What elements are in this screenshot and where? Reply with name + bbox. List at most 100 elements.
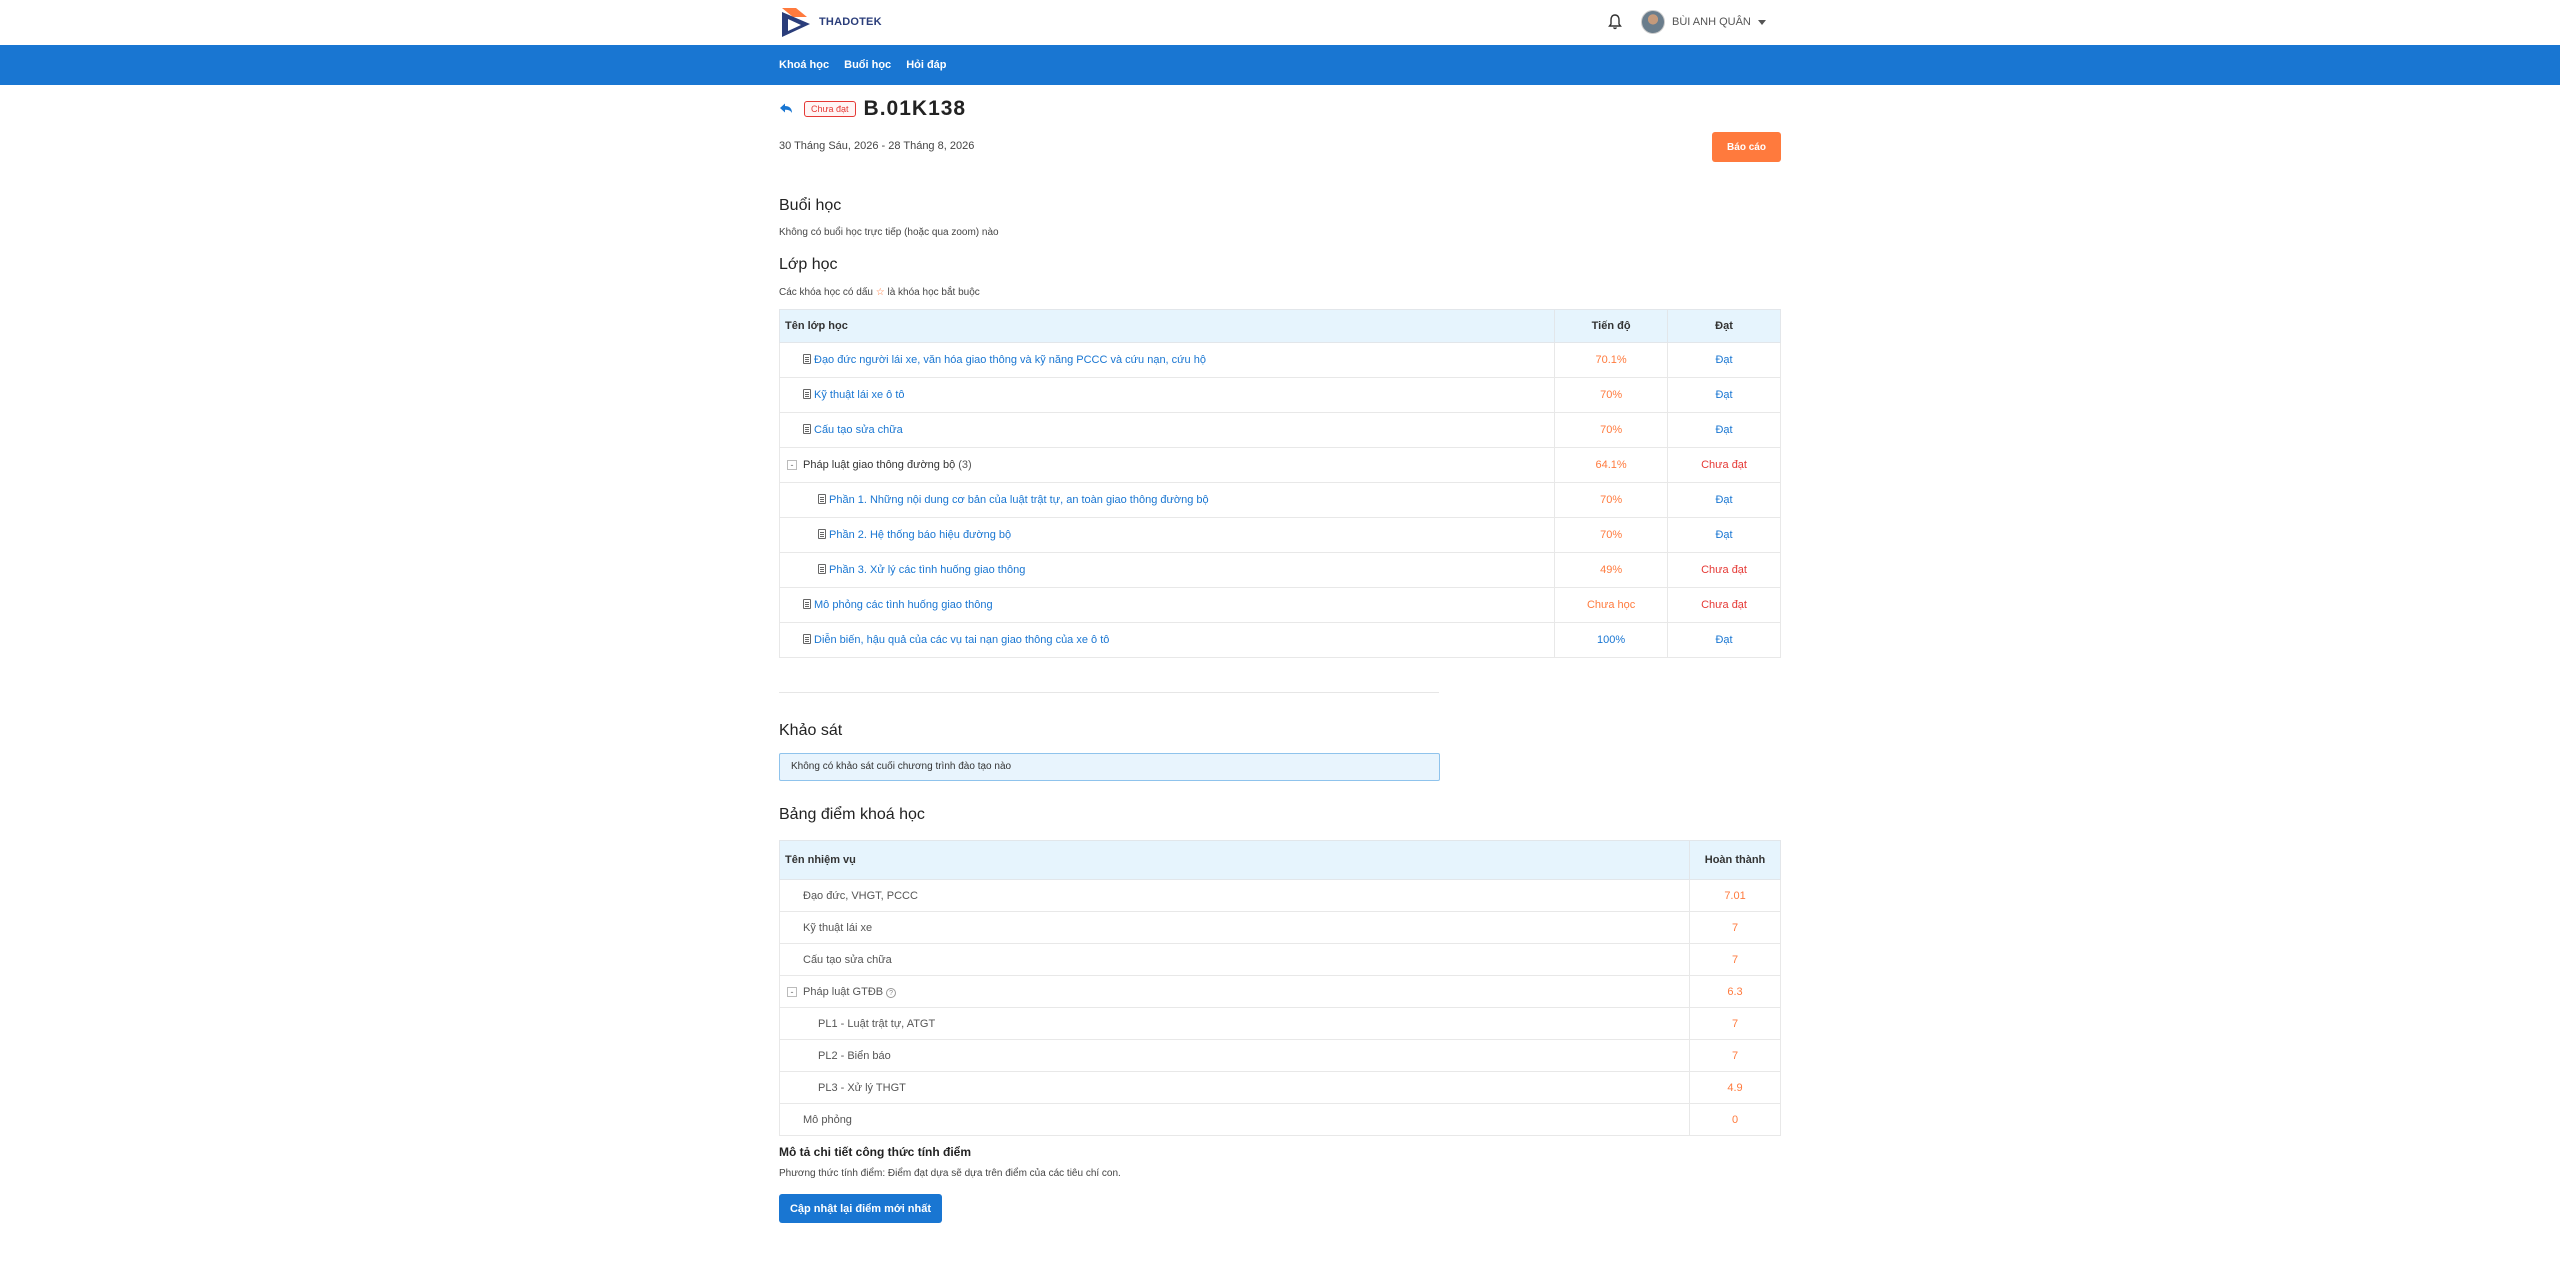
class-link[interactable]: Cấu tạo sửa chữa [814, 424, 903, 436]
col-header-task-name: Tên nhiệm vụ [778, 840, 1691, 880]
table-row: Kỹ thuật lái xe 7 [778, 911, 1781, 944]
top-bar: THADOTEK BÙI ANH QUÂN [0, 0, 2560, 45]
task-name: PL3 - Xử lý THGT [778, 1071, 1691, 1104]
document-icon [803, 389, 811, 399]
formula-title: Mô tả chi tiết công thức tính điểm [779, 1145, 972, 1159]
class-status: Đạt [1667, 482, 1781, 518]
table-row: PL2 - Biển báo 7 [778, 1039, 1781, 1072]
course-code: B.01K138 [863, 97, 967, 120]
task-score: 7 [1689, 1007, 1781, 1040]
user-name: BÙI ANH QUÂN [1672, 16, 1751, 28]
class-link[interactable]: Phần 3. Xử lý các tình huống giao thông [829, 564, 1025, 576]
table-row: Mô phỏng 0 [778, 1103, 1781, 1136]
col-header-class-name: Tên lớp học [778, 309, 1556, 343]
survey-title: Khảo sát [779, 722, 843, 739]
class-link[interactable]: Mô phỏng các tình huống giao thông [814, 599, 993, 611]
user-menu[interactable]: BÙI ANH QUÂN [1641, 10, 1766, 34]
table-row: Đạo đức, VHGT, PCCC 7.01 [778, 879, 1781, 912]
class-progress: 70.1% [1554, 342, 1669, 378]
class-progress: 49% [1554, 552, 1669, 588]
main-navbar: Khoá học Buổi học Hỏi đáp [0, 45, 2560, 85]
class-status: Đạt [1667, 377, 1781, 413]
class-link[interactable]: Kỹ thuật lái xe ô tô [814, 389, 905, 401]
document-icon [803, 599, 811, 609]
task-name: PL1 - Luật trật tự, ATGT [778, 1007, 1691, 1040]
col-header-passed: Đạt [1667, 309, 1781, 343]
classes-table: Tên lớp học Tiến độ Đạt Đạo đức người lá… [778, 309, 1781, 658]
document-icon [803, 424, 811, 434]
task-score: 7 [1689, 943, 1781, 976]
logo[interactable]: THADOTEK [779, 4, 882, 40]
course-title-row: Chưa đạt B.01K138 [779, 97, 966, 121]
class-status: Đạt [1667, 412, 1781, 448]
class-link[interactable]: Diễn biến, hậu quả của các vụ tai nạn gi… [814, 634, 1109, 646]
class-link[interactable]: Phần 1. Những nội dung cơ bản của luật t… [829, 494, 1209, 506]
status-badge: Chưa đạt [804, 101, 856, 117]
report-button[interactable]: Báo cáo [1712, 132, 1781, 162]
table-row: Phần 2. Hệ thống báo hiệu đường bộ 70% Đ… [778, 517, 1781, 553]
class-link[interactable]: Phần 2. Hệ thống báo hiệu đường bộ [829, 529, 1011, 541]
sessions-empty-text: Không có buổi học trực tiếp (hoặc qua zo… [779, 227, 999, 238]
nav-item-courses[interactable]: Khoá học [779, 59, 829, 71]
task-score: 6.3 [1689, 975, 1781, 1008]
class-progress: 64.1% [1554, 447, 1669, 483]
task-name: PL2 - Biển báo [778, 1039, 1691, 1072]
update-scores-button[interactable]: Cập nhật lại điểm mới nhất [779, 1194, 942, 1223]
document-icon [818, 494, 826, 504]
task-score: 7 [1689, 911, 1781, 944]
collapse-toggle[interactable]: - [787, 986, 797, 997]
table-row: PL3 - Xử lý THGT 4.9 [778, 1071, 1781, 1104]
classes-title: Lớp học [779, 256, 838, 273]
table-row: Cấu tạo sửa chữa 7 [778, 943, 1781, 976]
document-icon [803, 634, 811, 644]
task-name: Cấu tạo sửa chữa [778, 943, 1691, 976]
collapse-toggle[interactable]: - [787, 460, 797, 470]
task-group-name: Pháp luật GTĐB [803, 985, 884, 998]
course-date-range: 30 Tháng Sáu, 2026 - 28 Tháng 8, 2026 [779, 140, 975, 152]
table-row: PL1 - Luật trật tự, ATGT 7 [778, 1007, 1781, 1040]
table-row: Mô phỏng các tình huống giao thông Chưa … [778, 587, 1781, 623]
avatar [1641, 10, 1665, 34]
star-icon: ☆ [875, 287, 885, 298]
task-score: 4.9 [1689, 1071, 1781, 1104]
class-status: Đạt [1667, 517, 1781, 553]
survey-empty-alert: Không có khảo sát cuối chương trình đào … [779, 753, 1440, 781]
nav-item-qa[interactable]: Hỏi đáp [906, 59, 946, 71]
class-progress: 100% [1554, 622, 1669, 658]
document-icon [803, 354, 811, 364]
task-score: 0 [1689, 1103, 1781, 1136]
class-status: Đạt [1667, 622, 1781, 658]
task-score: 7.01 [1689, 879, 1781, 912]
class-status: Chưa đạt [1667, 587, 1781, 623]
task-score: 7 [1689, 1039, 1781, 1072]
class-progress: 70% [1554, 412, 1669, 448]
class-progress: Chưa học [1554, 587, 1669, 623]
nav-item-sessions[interactable]: Buổi học [844, 59, 891, 71]
class-link[interactable]: Đạo đức người lái xe, văn hóa giao thông… [814, 354, 1206, 366]
section-divider [779, 692, 1439, 693]
class-progress: 70% [1554, 517, 1669, 553]
col-header-completion: Hoàn thành [1689, 840, 1781, 880]
help-icon[interactable]: ? [886, 987, 897, 998]
task-name: Mô phỏng [778, 1103, 1691, 1136]
table-row: Phần 1. Những nội dung cơ bản của luật t… [778, 482, 1781, 518]
table-row: Cấu tạo sửa chữa 70% Đạt [778, 412, 1781, 448]
class-progress: 70% [1554, 482, 1669, 518]
table-row-group: - Pháp luật GTĐB? 6.3 [778, 975, 1781, 1008]
class-status: Đạt [1667, 342, 1781, 378]
table-row: Diễn biến, hậu quả của các vụ tai nạn gi… [778, 622, 1781, 658]
classes-note-before: Các khóa học có dấu [779, 287, 873, 298]
classes-note-after: là khóa học bắt buộc [887, 287, 980, 298]
class-progress: 70% [1554, 377, 1669, 413]
class-group-name: Pháp luật giao thông đường bộ [803, 459, 956, 471]
bell-icon[interactable] [1607, 13, 1623, 31]
grades-title: Bảng điểm khoá học [779, 806, 925, 823]
logo-mark-icon [782, 8, 810, 37]
task-name: Kỹ thuật lái xe [778, 911, 1691, 944]
formula-text: Phương thức tính điểm: Điểm đạt dựa sẽ d… [779, 1168, 1121, 1179]
back-arrow-icon[interactable] [779, 102, 793, 116]
table-row-group: - Pháp luật giao thông đường bộ (3) 64.1%… [778, 447, 1781, 483]
class-status: Chưa đạt [1667, 447, 1781, 483]
class-group-count: (3) [958, 459, 972, 471]
chevron-down-icon [1757, 19, 1766, 25]
